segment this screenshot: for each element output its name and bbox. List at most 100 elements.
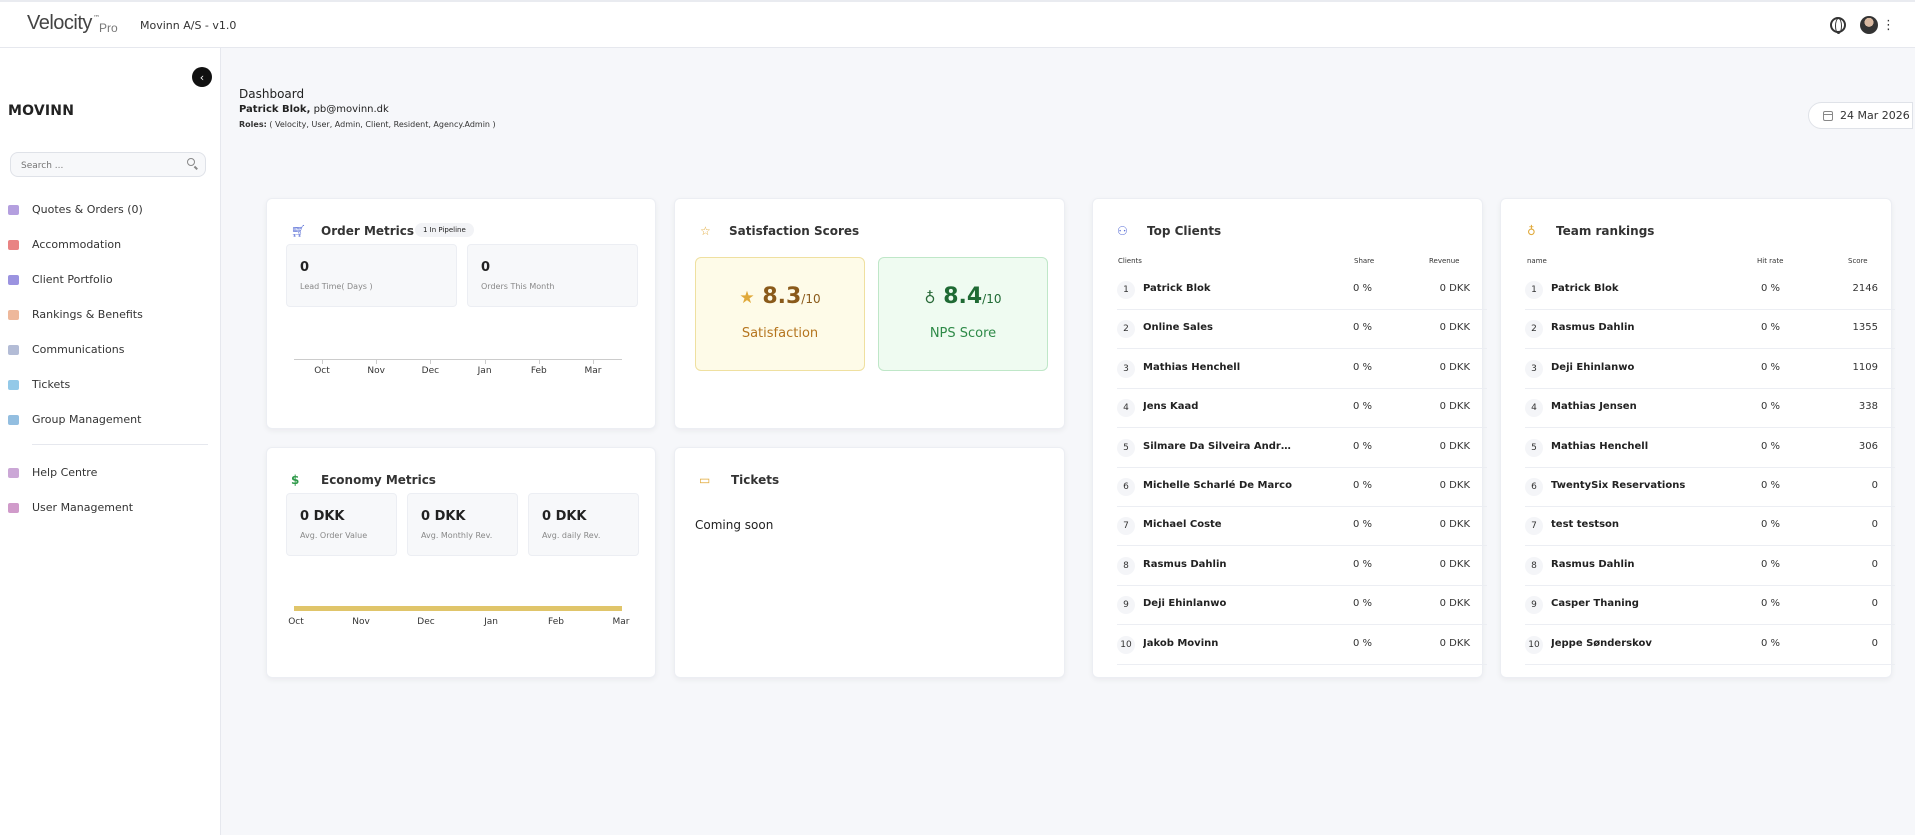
table-row[interactable]: 2 Rasmus Dahlin 0 % 1355 <box>1525 309 1895 350</box>
axis-tick <box>593 359 594 364</box>
table-row[interactable]: 1 Patrick Blok 0 % 2146 <box>1525 270 1895 310</box>
sidebar-item-user-management[interactable]: User Management <box>0 490 220 525</box>
row-name: test testson <box>1551 519 1620 531</box>
table-row[interactable]: 10 Jakob Movinn 0 % 0 DKK <box>1117 625 1487 665</box>
accommodation-icon <box>8 239 19 250</box>
rank-badge: 2 <box>1117 320 1135 339</box>
table-row[interactable]: 3 Deji Ehinlanwo 0 % 1109 <box>1525 349 1895 389</box>
row-name: Rasmus Dahlin <box>1551 322 1635 334</box>
sidebar: ‹ MOVINN Quotes & Orders (0) Accommodatio… <box>0 48 221 835</box>
table-row[interactable]: 5 Mathias Henchell 0 % 306 <box>1525 428 1895 468</box>
table-row[interactable]: 8 Rasmus Dahlin 0 % 0 DKK <box>1117 546 1487 586</box>
calendar-icon <box>1823 110 1833 121</box>
sidebar-divider <box>32 444 208 445</box>
sidebar-item-help-centre[interactable]: Help Centre <box>0 455 220 490</box>
row-name: TwentySix Reservations <box>1551 480 1686 491</box>
row-value: 0 DKK <box>1439 480 1470 491</box>
page-title: Dashboard <box>239 87 305 101</box>
more-vertical-icon[interactable]: ⋮ <box>1882 19 1895 32</box>
metric-label: Lead Time( Days ) <box>300 282 373 291</box>
company-version: Movinn A/S - v1.0 <box>140 19 237 32</box>
brand-sub: Pro <box>98 21 118 35</box>
rank-badge: 4 <box>1525 399 1543 418</box>
nps-label: NPS Score <box>929 326 997 341</box>
month-label: Mar <box>584 366 602 376</box>
order-metrics-card: 🛒︎ Order Metrics 1 In Pipeline 0 Lead Ti… <box>266 198 656 429</box>
economy-metric: 0 DKK Avg. daily Rev. <box>528 493 639 556</box>
sidebar-item-quotes-orders[interactable]: Quotes & Orders (0) <box>0 192 220 227</box>
sidebar-item-group-management[interactable]: Group Management <box>0 402 220 437</box>
user-email: pb@movinn.dk <box>313 104 389 115</box>
row-name: Deji Ehinlanwo <box>1551 361 1635 373</box>
collapse-sidebar-button[interactable]: ‹ <box>192 67 212 87</box>
row-name: Rasmus Dahlin <box>1551 558 1635 570</box>
metric-value: 0 <box>300 260 310 275</box>
rank-badge: 7 <box>1117 517 1135 536</box>
row-value: 306 <box>1858 440 1878 452</box>
sidebar-item-rankings-benefits[interactable]: Rankings & Benefits <box>0 297 220 332</box>
table-row[interactable]: 9 Deji Ehinlanwo 0 % 0 DKK <box>1117 585 1487 626</box>
table-row[interactable]: 3 Mathias Henchell 0 % 0 DKK <box>1117 349 1487 389</box>
table-row[interactable]: 7 Michael Coste 0 % 0 DKK <box>1117 506 1487 547</box>
star-filled-icon: ★ <box>739 288 755 308</box>
axis-tick <box>484 359 486 364</box>
row-name: Mathias Jensen <box>1551 401 1637 413</box>
date-picker-button[interactable]: 24 Mar 2026 <box>1808 102 1913 129</box>
sidebar-item-communications[interactable]: Communications <box>0 332 220 367</box>
globe-icon[interactable] <box>1830 17 1846 34</box>
card-title: Tickets <box>731 473 780 487</box>
column-header-share: Share <box>1354 257 1375 265</box>
table-row[interactable]: 1 Patrick Blok 0 % 0 DKK <box>1117 270 1487 310</box>
column-header-hit-rate: Hit rate <box>1757 257 1784 265</box>
table-row[interactable]: 6 TwentySix Reservations 0 % 0 <box>1525 467 1895 507</box>
brand-logo[interactable]: Velocity ™ Pro <box>27 12 118 35</box>
sidebar-search <box>10 152 206 178</box>
sidebar-item-label: Quotes & Orders (0) <box>32 203 143 216</box>
economy-metric: 0 DKK Avg. Order Value <box>286 493 397 556</box>
nps-max: /10 <box>982 292 1002 306</box>
axis-tick <box>538 359 540 364</box>
award-icon: ♁ <box>924 289 936 307</box>
table-row[interactable]: 5 Silmare Da Silveira Andre... 0 % 0 DKK <box>1117 428 1487 468</box>
metric-label: Orders This Month <box>481 282 555 291</box>
row-value: 0 DKK <box>1439 598 1470 610</box>
row-share: 0 % <box>1761 480 1781 491</box>
sidebar-item-accommodation[interactable]: Accommodation <box>0 227 220 262</box>
table-row[interactable]: 10 Jeppe Sønderskov 0 % 0 <box>1525 625 1895 665</box>
chevron-left-icon: ‹ <box>199 70 205 84</box>
row-share: 0 % <box>1353 322 1373 334</box>
search-input[interactable] <box>11 154 171 178</box>
row-name: Patrick Blok <box>1551 283 1619 294</box>
table-row[interactable]: 4 Jens Kaad 0 % 0 DKK <box>1117 388 1487 429</box>
avatar[interactable] <box>1860 16 1878 34</box>
tickets-icon <box>8 379 19 390</box>
table-row[interactable]: 4 Mathias Jensen 0 % 338 <box>1525 388 1895 429</box>
sidebar-item-tickets[interactable]: Tickets <box>0 367 220 402</box>
table-row[interactable]: 8 Rasmus Dahlin 0 % 0 <box>1525 546 1895 586</box>
table-row[interactable]: 2 Online Sales 0 % 0 DKK <box>1117 309 1487 350</box>
table-row[interactable]: 6 Michelle Scharlé De Marco 0 % 0 DKK <box>1117 467 1487 507</box>
economy-metric: 0 DKK Avg. Monthly Rev. <box>407 493 518 556</box>
rank-badge: 8 <box>1117 556 1135 575</box>
award-icon: ♁ <box>1527 224 1536 238</box>
row-share: 0 % <box>1353 440 1373 452</box>
rank-badge: 6 <box>1525 478 1543 496</box>
table-row[interactable]: 9 Casper Thaning 0 % 0 <box>1525 585 1895 626</box>
ticket-icon: ▭ <box>699 473 711 487</box>
rankings-icon <box>8 309 19 320</box>
table-row[interactable]: 7 test testson 0 % 0 <box>1525 506 1895 547</box>
metric-label: Avg. Order Value <box>300 531 368 540</box>
month-label: Jan <box>484 617 498 627</box>
sidebar-item-label: Tickets <box>32 378 71 391</box>
row-name: Mathias Henchell <box>1143 361 1241 373</box>
sidebar-item-client-portfolio[interactable]: Client Portfolio <box>0 262 220 297</box>
row-name: Silmare Da Silveira Andre... <box>1143 440 1293 452</box>
card-title: Team rankings <box>1556 224 1655 238</box>
row-share: 0 % <box>1353 598 1373 610</box>
row-value: 0 DKK <box>1439 322 1470 334</box>
satisfaction-value-row: ★ 8.3/10 <box>696 284 864 309</box>
search-icon[interactable] <box>187 158 195 166</box>
users-icon: ⚇ <box>1117 224 1128 238</box>
row-value: 0 DKK <box>1439 361 1470 373</box>
satisfaction-score-box: ★ 8.3/10 Satisfaction <box>695 257 865 371</box>
